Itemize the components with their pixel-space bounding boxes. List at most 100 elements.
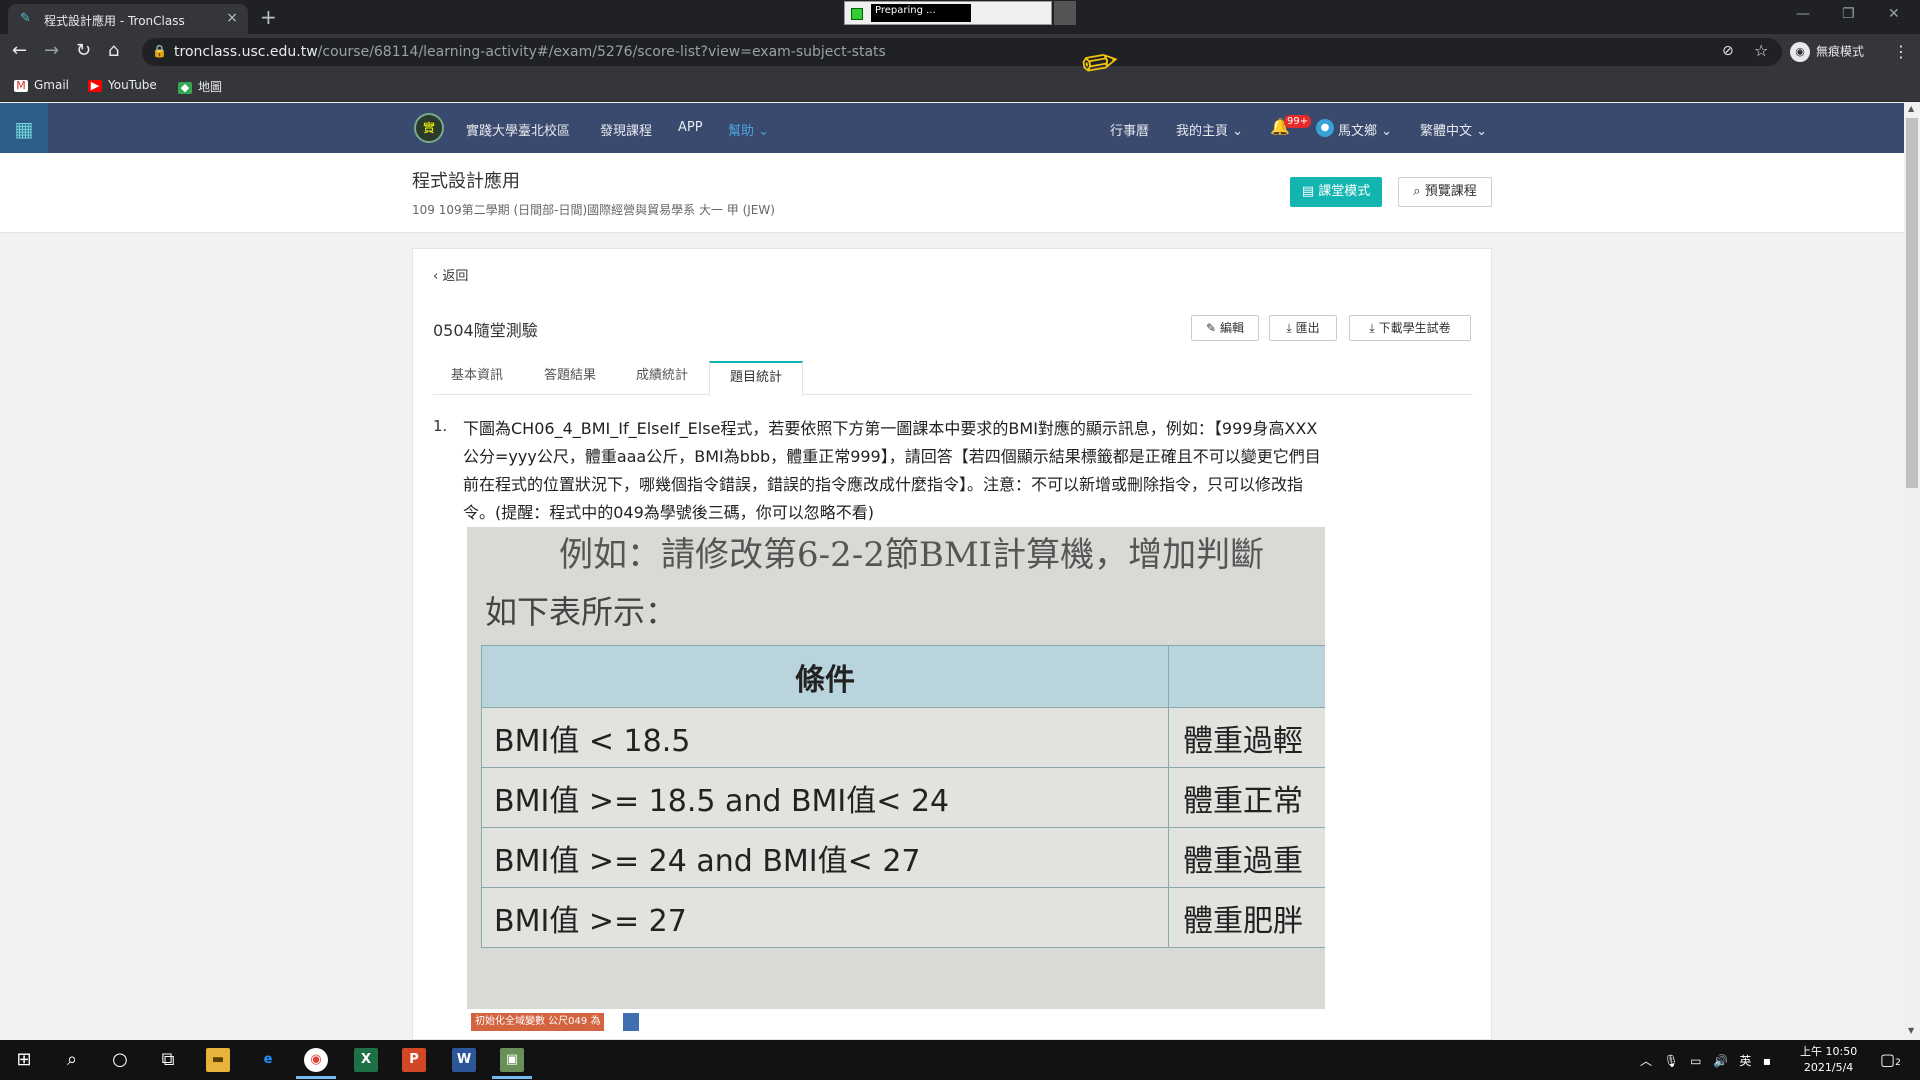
- scroll-down-icon[interactable]: ▼: [1908, 1026, 1914, 1035]
- address-bar[interactable]: 🔒 tronclass.usc.edu.tw/course/68114/lear…: [142, 38, 1782, 66]
- microphone-icon[interactable]: 🎙: [1663, 1054, 1678, 1068]
- nav-my-home[interactable]: 我的主頁 ⌄: [1176, 120, 1243, 139]
- photo-line-2: 如下表所示：: [485, 593, 678, 631]
- screen-recorder-bar[interactable]: Preparing ...: [844, 1, 1052, 25]
- record-icon: [851, 8, 863, 20]
- bookmark-maps[interactable]: ◆ 地圖: [178, 78, 222, 95]
- grid-icon: ▦: [14, 117, 34, 141]
- code-block-socket: [623, 1013, 639, 1031]
- tronclass-icon: ✎: [20, 11, 31, 26]
- restore-icon[interactable]: ❐: [1842, 6, 1855, 22]
- back-arrow-icon[interactable]: ←: [12, 42, 27, 60]
- course-title: 程式設計應用: [412, 171, 520, 192]
- tab-score-stats[interactable]: 成績統計: [617, 361, 707, 395]
- question-number: 1.: [433, 417, 448, 435]
- chrome-icon[interactable]: ◉: [304, 1048, 328, 1072]
- table-row: BMI值 >= 18.5 and BMI值< 24 體重正常: [481, 767, 1325, 828]
- result-cell: 體重過重: [1168, 827, 1325, 888]
- browser-tab-bar: ✎ 程式設計應用 - TronClass × + Preparing ... —…: [0, 0, 1920, 34]
- new-tab-button[interactable]: +: [260, 5, 277, 29]
- incognito-badge[interactable]: ◉ 無痕模式: [1790, 42, 1864, 62]
- site-header: ▦ 實 實踐大學臺北校區 發現課程 APP 幫助 ⌄ 行事曆 我的主頁 ⌄ 🔔 …: [0, 103, 1904, 153]
- windows-start-icon[interactable]: ⊞: [12, 1048, 36, 1072]
- address-row: ← → ↻ ⌂ 🔒 tronclass.usc.edu.tw/course/68…: [0, 34, 1920, 70]
- incognito-icon: ◉: [1790, 42, 1810, 62]
- condition-cell: BMI值 >= 18.5 and BMI值< 24: [481, 767, 1169, 828]
- nav-language[interactable]: 繁體中文 ⌄: [1420, 120, 1487, 139]
- notification-center-icon[interactable]: ▢2: [1880, 1050, 1901, 1069]
- tab-basic-info[interactable]: 基本資訊: [433, 361, 521, 395]
- condition-cell: BMI值 >= 27: [481, 887, 1169, 948]
- table-row: BMI值 >= 24 and BMI值< 27 體重過重: [481, 827, 1325, 888]
- file-explorer-icon[interactable]: ▬: [206, 1048, 230, 1072]
- classroom-mode-button[interactable]: ▤ 課堂模式: [1290, 177, 1382, 207]
- bookmark-youtube[interactable]: ▶ YouTube: [88, 78, 157, 92]
- avatar[interactable]: ●: [1316, 119, 1334, 137]
- tab-title: 程式設計應用 - TronClass: [44, 14, 185, 28]
- scrollbar-thumb[interactable]: [1906, 118, 1918, 488]
- scroll-up-icon[interactable]: ▲: [1908, 104, 1914, 113]
- edit-icon: ✎: [1206, 321, 1217, 335]
- preview-course-button[interactable]: ⌕ 預覽課程: [1398, 177, 1492, 207]
- volume-icon[interactable]: 🔊: [1713, 1054, 1728, 1068]
- university-logo[interactable]: 實: [414, 113, 444, 143]
- bookmark-gmail[interactable]: M Gmail: [14, 78, 69, 92]
- result-cell: 體重肥胖: [1168, 887, 1325, 948]
- star-icon[interactable]: ☆: [1754, 41, 1768, 60]
- close-icon[interactable]: ×: [226, 10, 238, 26]
- ime-icon[interactable]: ▪: [1763, 1054, 1771, 1068]
- url-text: tronclass.usc.edu.tw/course/68114/learni…: [174, 44, 886, 60]
- download-student-papers-button[interactable]: ⤓ 下載學生試卷: [1349, 315, 1471, 341]
- result-cell: 體重正常: [1168, 767, 1325, 828]
- reload-icon[interactable]: ↻: [76, 42, 91, 60]
- internet-explorer-icon[interactable]: e: [256, 1048, 280, 1072]
- edit-button[interactable]: ✎ 編輯: [1191, 315, 1259, 341]
- back-link[interactable]: ‹ 返回: [433, 265, 468, 284]
- lock-icon: 🔒: [152, 44, 167, 58]
- tab-question-stats[interactable]: 題目統計: [709, 361, 803, 396]
- minimize-icon[interactable]: —: [1796, 6, 1810, 22]
- course-subtitle: 109 109第二學期 (日間部-日間)國際經營與貿易學系 大一 甲 (JEW): [412, 203, 775, 217]
- chevron-down-icon: ⌄: [758, 124, 770, 139]
- condition-cell: BMI值 >= 24 and BMI值< 27: [481, 827, 1169, 888]
- word-icon[interactable]: W: [452, 1048, 476, 1072]
- chat-icon: ▤: [1301, 184, 1315, 199]
- download-icon: ⤓: [1286, 321, 1292, 335]
- browser-tab[interactable]: ✎ 程式設計應用 - TronClass ×: [8, 4, 248, 34]
- exam-card: ‹ 返回 0504隨堂測驗 ✎ 編輯 ⤓ 匯出 ⤓ 下載學生試卷 基本資訊 答題…: [412, 248, 1492, 1040]
- app-grid-button[interactable]: ▦: [0, 103, 48, 153]
- nav-help[interactable]: 幫助 ⌄: [728, 120, 769, 139]
- kebab-menu-icon[interactable]: ⋮: [1893, 42, 1909, 61]
- nav-app[interactable]: APP: [678, 120, 703, 135]
- photo-line-1: 例如：請修改第6-2-2節BMI計算機，增加判斷: [559, 535, 1265, 575]
- export-button[interactable]: ⤓ 匯出: [1269, 315, 1337, 341]
- excel-icon[interactable]: X: [354, 1048, 378, 1072]
- nav-calendar[interactable]: 行事曆: [1110, 120, 1149, 139]
- chevron-down-icon: ⌄: [1381, 124, 1393, 139]
- close-window-icon[interactable]: ✕: [1888, 6, 1900, 22]
- nav-discover-courses[interactable]: 發現課程: [600, 120, 652, 139]
- network-icon[interactable]: ▭: [1690, 1054, 1701, 1068]
- task-view-icon[interactable]: ⧉: [156, 1048, 180, 1072]
- chevron-down-icon: ⌄: [1476, 124, 1488, 139]
- gmail-icon: M: [14, 79, 28, 92]
- recorder-active-indicator: [492, 1076, 532, 1079]
- nav-campus[interactable]: 實踐大學臺北校區: [466, 120, 570, 139]
- chevron-up-icon[interactable]: ︿: [1640, 1054, 1652, 1068]
- clock[interactable]: 上午 10:50 2021/5/4: [1800, 1044, 1857, 1076]
- question-text: 下圖為CH06_4_BMI_If_ElseIf_Else程式，若要依照下方第一圖…: [463, 419, 1321, 522]
- table-row: BMI值 < 18.5 體重過輕: [481, 707, 1325, 768]
- recorder-handle[interactable]: [1054, 1, 1076, 25]
- cortana-icon[interactable]: ○: [108, 1048, 132, 1072]
- bookmarks-bar: M Gmail ▶ YouTube ◆ 地圖: [0, 70, 1920, 102]
- tab-answer-results[interactable]: 答題結果: [525, 361, 615, 395]
- result-cell: 體重過輕: [1168, 707, 1325, 768]
- home-icon[interactable]: ⌂: [108, 42, 119, 60]
- recorder-app-icon[interactable]: ▣: [500, 1048, 524, 1072]
- powerpoint-icon[interactable]: P: [402, 1048, 426, 1072]
- eye-off-icon[interactable]: ⊘: [1722, 43, 1734, 59]
- forward-arrow-icon[interactable]: →: [44, 42, 59, 60]
- search-icon[interactable]: ⌕: [60, 1048, 84, 1072]
- nav-user[interactable]: 馬文鄉 ⌄: [1338, 120, 1392, 139]
- input-language[interactable]: 英: [1739, 1054, 1751, 1068]
